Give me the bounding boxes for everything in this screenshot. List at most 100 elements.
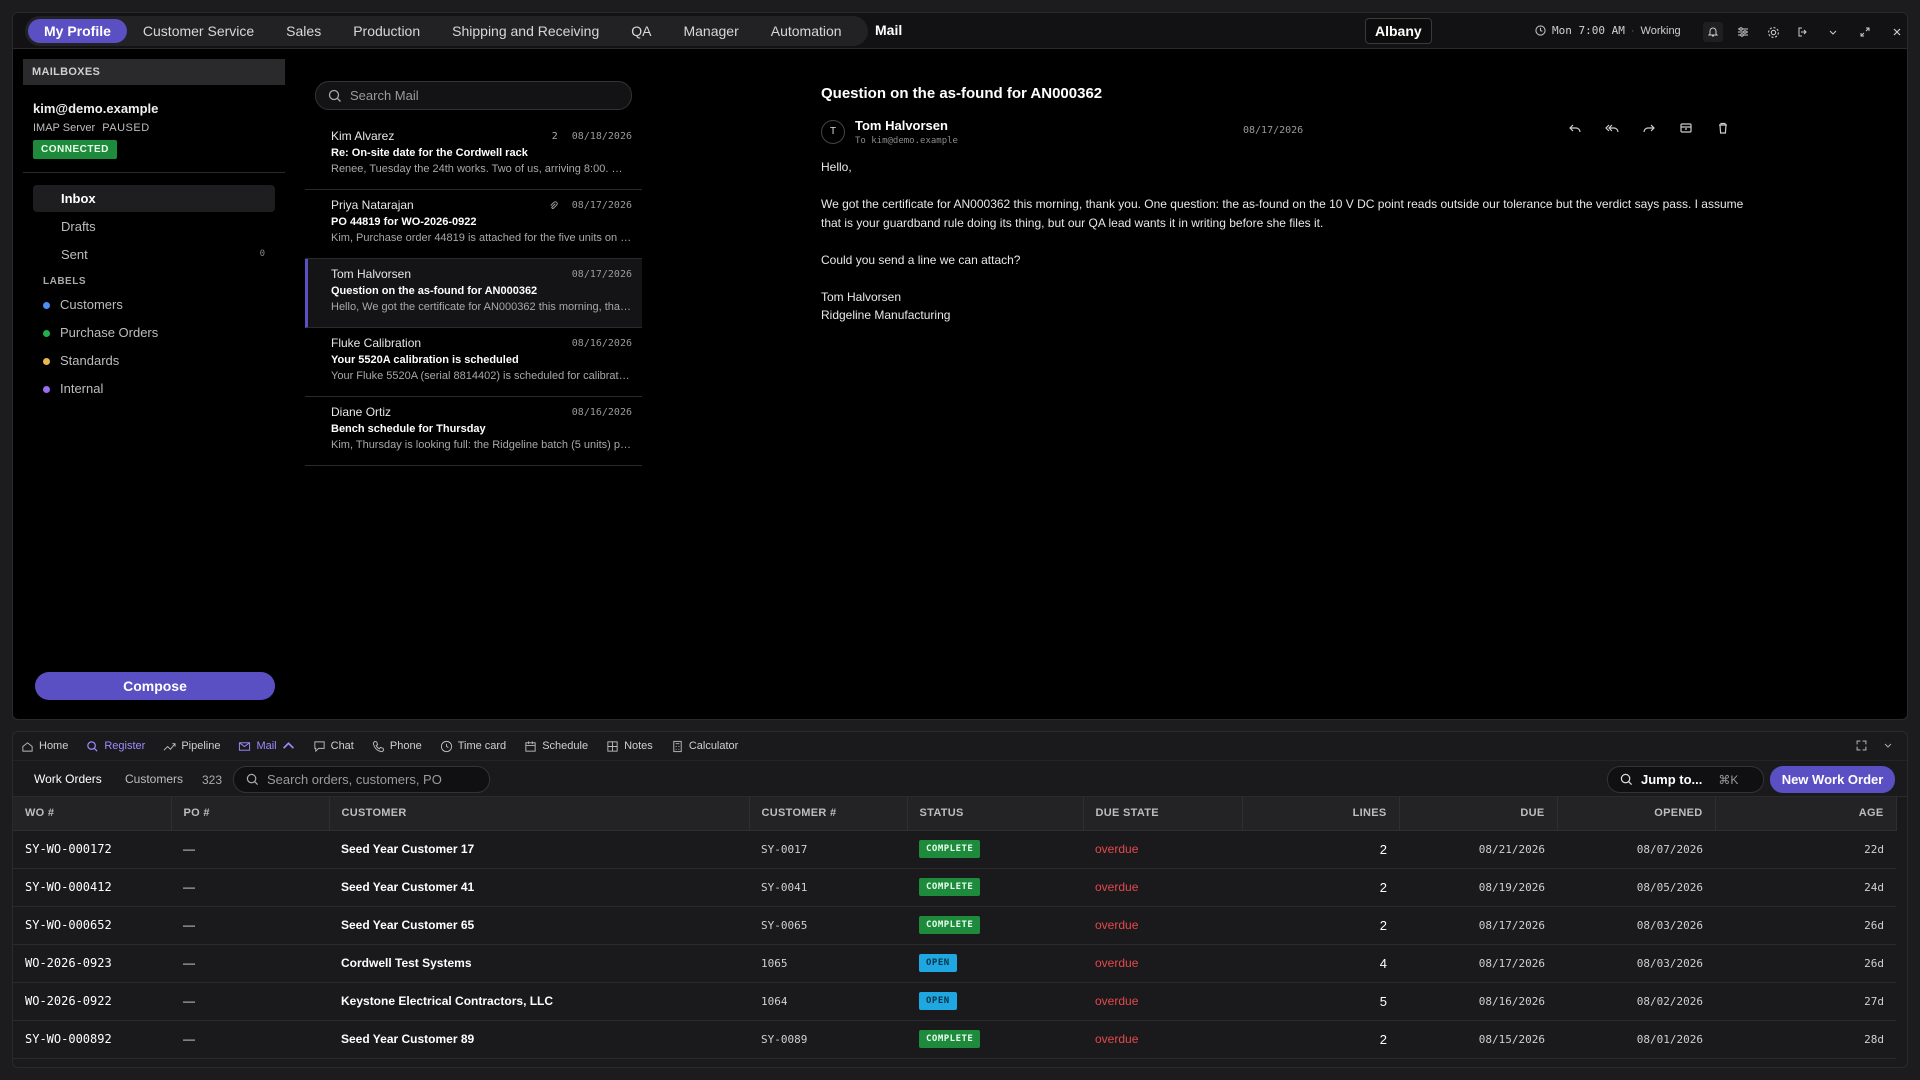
col-customer[interactable]: CUSTOMER — [329, 797, 750, 831]
compose-button[interactable]: Compose — [35, 672, 275, 700]
table-row[interactable]: SY-WO-000412 — Seed Year Customer 41 SY-… — [13, 868, 1896, 907]
nav-tab-automation[interactable]: Automation — [755, 19, 858, 43]
line-count: 2 — [1242, 830, 1399, 869]
mail-date: 08/18/2026 — [571, 130, 632, 142]
mail-window: My Profile Customer Service Sales Produc… — [12, 12, 1908, 720]
reply-icon[interactable] — [1565, 118, 1585, 138]
nav-tab-manager[interactable]: Manager — [667, 19, 754, 43]
thread-count: 2 — [551, 130, 558, 142]
tab-calculator[interactable]: Calculator — [671, 740, 738, 753]
wo-number: WO-2026-0922 — [13, 982, 171, 1021]
tab-schedule[interactable]: Schedule — [524, 740, 588, 753]
customer-number: SY-0041 — [749, 868, 907, 907]
mail-list: Kim Alvarez 2 08/18/2026 Re: On-site date … — [305, 121, 642, 466]
fullscreen-icon[interactable] — [1856, 740, 1867, 751]
mail-subject: PO 44819 for WO-2026-0922 — [331, 216, 477, 228]
chevron-down-icon[interactable] — [1883, 740, 1893, 750]
table-row[interactable]: SY-WO-000892 — Seed Year Customer 89 SY-… — [13, 1020, 1896, 1059]
status-cell: OPEN — [907, 982, 1083, 1021]
tab-label: Notes — [624, 740, 653, 752]
maximize-icon[interactable] — [1855, 22, 1875, 42]
folder-inbox[interactable]: Inbox — [33, 185, 275, 212]
folder-count: 0 — [259, 249, 265, 259]
tab-pipeline[interactable]: Pipeline — [163, 740, 220, 753]
reply-all-icon[interactable] — [1602, 118, 1622, 138]
nav-tab-sales[interactable]: Sales — [270, 19, 337, 43]
label-internal[interactable]: Internal — [23, 375, 285, 403]
opened-date: 08/02/2026 — [1557, 982, 1715, 1021]
reading-pane: Question on the as-found for AN000362 T … — [821, 85, 1821, 325]
nav-tab-production[interactable]: Production — [337, 19, 436, 43]
gear-icon[interactable] — [1763, 22, 1783, 42]
mail-item[interactable]: Kim Alvarez 2 08/18/2026 Re: On-site date … — [305, 121, 642, 190]
nav-tab-my-profile[interactable]: My Profile — [28, 19, 127, 43]
folder-sent[interactable]: Sent 0 — [33, 241, 275, 268]
label-customers[interactable]: Customers — [23, 291, 285, 319]
work-orders-table: WO # PO # CUSTOMER CUSTOMER # STATUS DUE… — [13, 797, 1897, 1059]
forward-icon[interactable] — [1639, 118, 1659, 138]
customer-number: SY-0089 — [749, 1020, 907, 1059]
folder-label: Inbox — [61, 191, 96, 206]
tab-phone[interactable]: Phone — [372, 740, 422, 753]
mail-item[interactable]: Fluke Calibration 08/16/2026 Your 5520A c… — [305, 328, 642, 397]
mail-item[interactable]: Diane Ortiz 08/16/2026 Bench schedule for… — [305, 397, 642, 466]
tab-chat[interactable]: Chat — [313, 740, 354, 753]
col-po[interactable]: PO # — [171, 797, 330, 831]
age: 26d — [1715, 944, 1896, 983]
bell-icon[interactable] — [1703, 22, 1723, 42]
customer-name: Keystone Electrical Contractors, LLC — [329, 982, 749, 1021]
label-text: Standards — [60, 353, 120, 368]
jump-to-button[interactable]: Jump to... ⌘K — [1607, 766, 1764, 793]
shortcut-hint: ⌘K — [1718, 772, 1739, 787]
label-standards[interactable]: Standards — [23, 347, 285, 375]
subtab-customers[interactable]: Customers — [125, 772, 183, 786]
logout-icon[interactable] — [1793, 22, 1813, 42]
new-work-order-button[interactable]: New Work Order — [1770, 766, 1895, 793]
nav-tab-shipping[interactable]: Shipping and Receiving — [436, 19, 615, 43]
tab-label: Phone — [389, 740, 422, 752]
table-row[interactable]: WO-2026-0923 — Cordwell Test Systems 106… — [13, 944, 1896, 983]
subtab-work-orders[interactable]: Work Orders — [34, 772, 102, 786]
mail-search-placeholder: Search Mail — [350, 88, 419, 103]
panel-controls — [1856, 740, 1893, 751]
due-date: 08/16/2026 — [1399, 982, 1557, 1021]
col-age[interactable]: AGE — [1715, 797, 1897, 831]
col-wo[interactable]: WO # — [13, 797, 172, 831]
bottom-tab-bar: Home Register Pipeline Mail Chat Phone T… — [13, 732, 1907, 761]
col-due-state[interactable]: DUE STATE — [1083, 797, 1243, 831]
chevron-down-icon[interactable] — [1823, 22, 1843, 42]
tab-register[interactable]: Register — [86, 740, 145, 753]
trash-icon[interactable] — [1713, 118, 1733, 138]
table-row[interactable]: SY-WO-000652 — Seed Year Customer 65 SY-… — [13, 906, 1896, 945]
label-purchase-orders[interactable]: Purchase Orders — [23, 319, 285, 347]
col-status[interactable]: STATUS — [907, 797, 1084, 831]
order-search-input[interactable]: Search orders, customers, PO — [233, 766, 490, 793]
wo-number: SY-WO-000652 — [13, 906, 171, 945]
tab-time-card[interactable]: Time card — [440, 740, 506, 753]
tab-mail[interactable]: Mail — [238, 740, 294, 753]
col-due[interactable]: DUE — [1399, 797, 1558, 831]
sliders-icon[interactable] — [1733, 22, 1753, 42]
nav-tab-customer-service[interactable]: Customer Service — [127, 19, 270, 43]
table-row[interactable]: SY-WO-000172 — Seed Year Customer 17 SY-… — [13, 830, 1896, 869]
mail-item-selected[interactable]: Tom Halvorsen 08/17/2026 Question on the … — [305, 259, 642, 328]
mail-item[interactable]: Priya Natarajan 08/17/2026 PO 44819 for W… — [305, 190, 642, 259]
due-date: 08/17/2026 — [1399, 944, 1557, 983]
mail-search[interactable]: Search Mail — [315, 81, 632, 110]
tab-notes[interactable]: Notes — [606, 740, 653, 753]
col-customer-number[interactable]: CUSTOMER # — [749, 797, 908, 831]
work-status[interactable]: Working — [1641, 25, 1681, 37]
col-opened[interactable]: OPENED — [1557, 797, 1716, 831]
close-icon[interactable] — [1887, 22, 1907, 42]
nav-tab-qa[interactable]: QA — [615, 19, 667, 43]
site-selector[interactable]: Albany — [1365, 18, 1432, 44]
divider — [23, 172, 285, 173]
table-row[interactable]: WO-2026-0922 — Keystone Electrical Contr… — [13, 982, 1896, 1021]
archive-icon[interactable] — [1676, 118, 1696, 138]
tab-label: Home — [39, 740, 69, 752]
tab-home[interactable]: Home — [21, 740, 68, 753]
line-count: 2 — [1242, 868, 1399, 907]
folder-drafts[interactable]: Drafts — [33, 213, 275, 240]
customer-name: Seed Year Customer 65 — [329, 906, 749, 945]
col-lines[interactable]: LINES — [1242, 797, 1400, 831]
